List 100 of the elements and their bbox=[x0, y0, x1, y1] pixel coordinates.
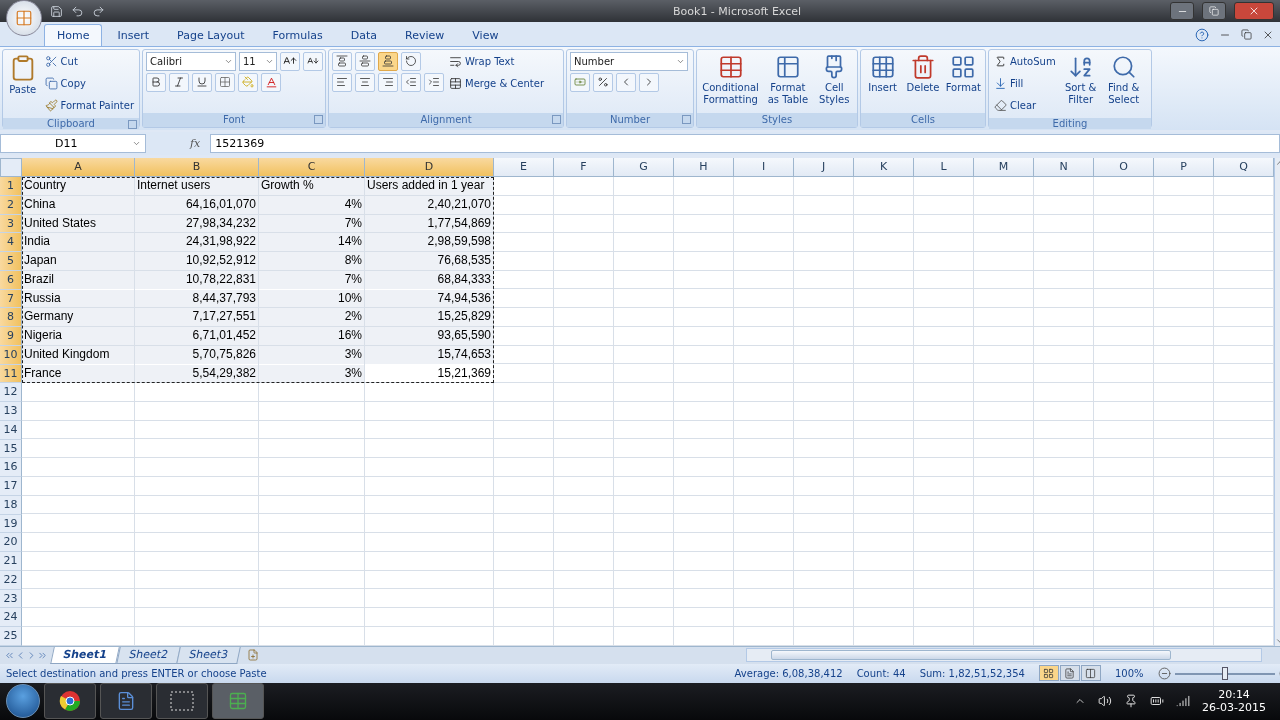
number-format-field[interactable]: Number bbox=[570, 51, 688, 71]
row-header[interactable]: 17 bbox=[0, 477, 22, 496]
clear-button[interactable]: Clear bbox=[992, 95, 1058, 116]
row-header[interactable]: 12 bbox=[0, 383, 22, 403]
ribbon-tab[interactable]: Insert bbox=[104, 23, 163, 46]
column-header[interactable]: N bbox=[1034, 158, 1094, 178]
redo-icon[interactable] bbox=[92, 4, 105, 18]
cut-button[interactable]: Cut bbox=[42, 51, 136, 72]
row-header[interactable]: 9 bbox=[0, 327, 22, 346]
column-header[interactable]: B bbox=[135, 158, 259, 178]
column-header[interactable]: F bbox=[554, 158, 614, 178]
scroll-thumb[interactable] bbox=[771, 650, 1171, 661]
font-name-field[interactable]: Calibri bbox=[146, 51, 236, 71]
increase-decimal-button[interactable] bbox=[616, 72, 636, 92]
office-button[interactable] bbox=[6, 0, 42, 36]
column-header[interactable]: K bbox=[854, 158, 914, 178]
sheet-tab[interactable]: Sheet3 bbox=[176, 647, 242, 664]
conditional-formatting-button[interactable]: Conditional Formatting bbox=[700, 51, 762, 111]
column-header[interactable]: Q bbox=[1214, 158, 1274, 178]
font-size-field[interactable]: 11 bbox=[239, 51, 277, 71]
ribbon-tab[interactable]: Formulas bbox=[259, 23, 336, 46]
ribbon-tab[interactable]: Data bbox=[337, 23, 391, 46]
restore-button[interactable] bbox=[1202, 2, 1226, 20]
orientation-button[interactable] bbox=[401, 51, 421, 71]
percent-button[interactable] bbox=[593, 72, 613, 92]
column-header[interactable]: I bbox=[734, 158, 794, 178]
shrink-font-button[interactable] bbox=[303, 51, 323, 71]
zoom-thumb[interactable] bbox=[1221, 666, 1228, 680]
column-header[interactable]: C bbox=[259, 158, 365, 178]
start-button[interactable] bbox=[6, 684, 40, 719]
column-header[interactable]: O bbox=[1094, 158, 1154, 178]
help-icon[interactable] bbox=[1195, 27, 1209, 42]
delete-cells-button[interactable]: Delete bbox=[904, 51, 942, 111]
minimize-button[interactable] bbox=[1170, 2, 1194, 20]
save-icon[interactable] bbox=[50, 4, 63, 18]
signal-icon[interactable] bbox=[1176, 694, 1191, 709]
ribbon-tab[interactable]: Review bbox=[392, 23, 458, 46]
find-select-button[interactable]: Find & Select bbox=[1103, 51, 1144, 116]
bold-button[interactable] bbox=[146, 72, 166, 92]
autosum-button[interactable]: AutoSum bbox=[992, 51, 1058, 72]
row-header[interactable]: 20 bbox=[0, 533, 22, 553]
insert-cells-button[interactable]: Insert bbox=[864, 51, 902, 111]
paste-button[interactable]: Paste bbox=[6, 51, 40, 116]
increase-indent-button[interactable] bbox=[424, 72, 444, 92]
sheet-tab[interactable]: Sheet1 bbox=[50, 647, 120, 664]
taskbar-app-button[interactable] bbox=[156, 683, 208, 720]
view-button[interactable] bbox=[1038, 665, 1059, 682]
row-header[interactable]: 13 bbox=[0, 402, 22, 421]
font-color-button[interactable] bbox=[261, 72, 281, 92]
row-header[interactable]: 25 bbox=[0, 627, 22, 646]
copy-button[interactable]: Copy bbox=[42, 73, 136, 94]
name-box[interactable]: D11 bbox=[0, 133, 146, 153]
wrap-text-button[interactable]: Wrap Text bbox=[447, 51, 547, 72]
column-header[interactable]: D bbox=[365, 158, 494, 178]
fx-label[interactable]: fx bbox=[150, 136, 207, 150]
fill-color-button[interactable] bbox=[238, 72, 258, 92]
column-header[interactable]: H bbox=[674, 158, 734, 178]
row-header[interactable]: 24 bbox=[0, 608, 22, 628]
formula-input[interactable]: 1521369 bbox=[210, 133, 1280, 153]
taskbar-app-button[interactable] bbox=[44, 683, 96, 720]
speaker-icon[interactable] bbox=[1098, 694, 1113, 709]
column-header[interactable]: A bbox=[22, 158, 135, 178]
view-button[interactable] bbox=[1080, 665, 1101, 682]
sort-filter-button[interactable]: Sort & Filter bbox=[1060, 51, 1101, 116]
cell-styles-button[interactable]: Cell Styles bbox=[814, 51, 854, 111]
decrease-decimal-button[interactable] bbox=[639, 72, 659, 92]
close-button[interactable] bbox=[1234, 2, 1274, 20]
column-header[interactable]: G bbox=[614, 158, 674, 178]
merge-center-button[interactable]: Merge & Center bbox=[447, 73, 547, 94]
align-right-button[interactable] bbox=[378, 72, 398, 92]
row-header[interactable]: 5 bbox=[0, 252, 22, 271]
format-painter-button[interactable]: Format Painter bbox=[42, 95, 136, 116]
column-header[interactable]: L bbox=[914, 158, 974, 178]
top-align-button[interactable] bbox=[332, 51, 352, 71]
format-cells-button[interactable]: Format bbox=[944, 51, 982, 111]
horizontal-scrollbar[interactable] bbox=[746, 648, 1262, 663]
row-header[interactable]: 8 bbox=[0, 308, 22, 328]
borders-button[interactable] bbox=[215, 72, 235, 92]
bottom-align-button[interactable] bbox=[378, 51, 398, 71]
ribbon-tab[interactable]: Home bbox=[44, 23, 103, 46]
format-as-table-button[interactable]: Format as Table bbox=[764, 51, 812, 111]
decrease-indent-button[interactable] bbox=[401, 72, 421, 92]
view-button[interactable] bbox=[1059, 665, 1080, 682]
ribbon-tab[interactable]: View bbox=[459, 23, 512, 46]
italic-button[interactable] bbox=[169, 72, 189, 92]
middle-align-button[interactable] bbox=[355, 51, 375, 71]
column-header[interactable]: P bbox=[1154, 158, 1214, 178]
row-header[interactable]: 4 bbox=[0, 233, 22, 253]
grow-font-button[interactable] bbox=[280, 51, 300, 71]
zoom-out-icon[interactable] bbox=[1157, 666, 1171, 680]
row-header[interactable]: 21 bbox=[0, 552, 22, 571]
column-header[interactable]: J bbox=[794, 158, 854, 178]
align-left-button[interactable] bbox=[332, 72, 352, 92]
align-center-button[interactable] bbox=[355, 72, 375, 92]
row-header[interactable]: 1 bbox=[0, 177, 22, 196]
column-header[interactable]: M bbox=[974, 158, 1034, 178]
column-header[interactable]: E bbox=[494, 158, 554, 178]
pin-icon[interactable] bbox=[1124, 694, 1139, 709]
fill-button[interactable]: Fill bbox=[992, 73, 1058, 94]
undo-icon[interactable] bbox=[71, 4, 84, 18]
